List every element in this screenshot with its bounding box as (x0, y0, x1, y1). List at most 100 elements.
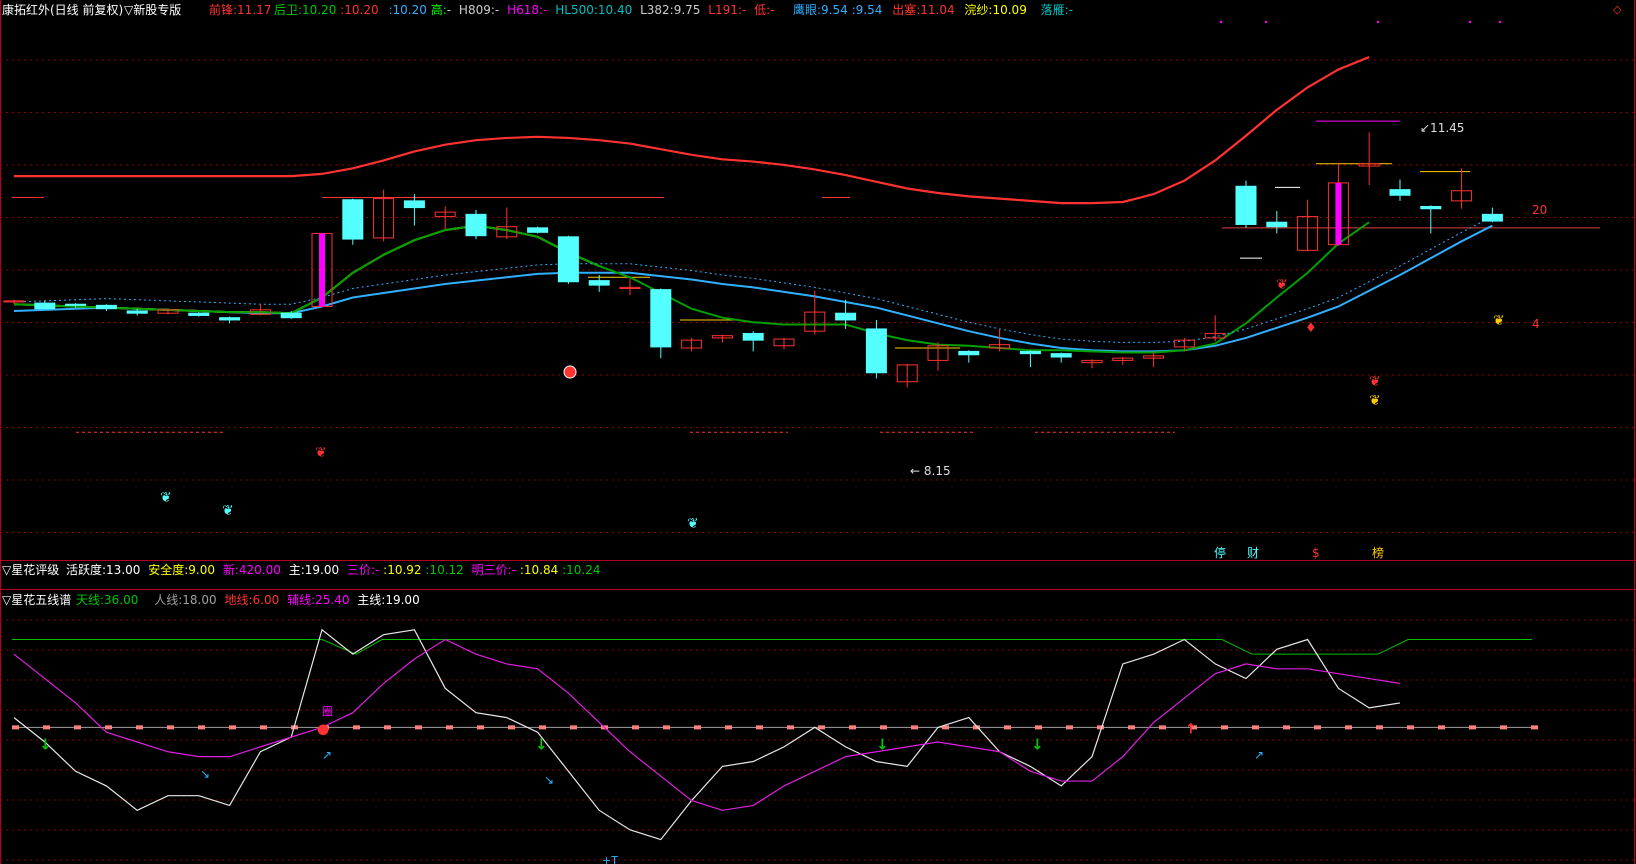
di-value: - (770, 3, 775, 17)
candle-body (219, 317, 241, 321)
dixian-marker (1221, 725, 1228, 730)
candle-body (95, 304, 117, 310)
dixian-marker (1066, 725, 1073, 730)
h618-label: H618: (507, 3, 544, 17)
dixian-marker (1500, 725, 1507, 730)
dixian-marker (1283, 725, 1290, 730)
limit-up-bar (319, 233, 325, 307)
dixian-marker (477, 725, 484, 730)
candle-body (65, 303, 87, 306)
renxian-label: 人线: (154, 593, 183, 607)
dixian-marker (849, 725, 856, 730)
dixian-marker (446, 725, 453, 730)
top-dot (1376, 20, 1380, 24)
zhu-label: 主: (288, 563, 305, 577)
dixian-marker (1097, 725, 1104, 730)
candle-body (557, 236, 579, 283)
five-line-bar: ▽星花五线谱 天线:36.00 人线:18.00 地线:6.00 辅线:25.4… (0, 590, 1636, 610)
dixian-marker (1314, 725, 1321, 730)
dixian-marker (136, 725, 143, 730)
yingyan-value: 9.54 (821, 3, 848, 17)
h618-value: - (543, 3, 548, 17)
small-up-arrow-icon: ↗ (322, 748, 332, 762)
ma-dotted-line (13, 216, 1493, 343)
dixian-marker (1252, 725, 1259, 730)
huansha-label: 浣纱: (964, 3, 993, 17)
star-rating-title[interactable]: ▽星花评级 (2, 560, 59, 580)
dixian-marker (1469, 725, 1476, 730)
low-price-label: ← 8.15 (910, 464, 951, 478)
houwei-label: 后卫: (274, 3, 303, 17)
dixian-marker (43, 725, 50, 730)
butterfly-icon: ❦ (315, 445, 327, 461)
yingyan-value-2: :9.54 (851, 3, 883, 17)
butterfly-icon: ❦ (1369, 393, 1381, 409)
dixian-marker (663, 725, 670, 730)
blue-line-value: :10.20 (388, 3, 427, 17)
dixian-value: 6.00 (252, 593, 280, 607)
diamond-icon[interactable]: ◇ (1613, 0, 1621, 20)
dixian-marker (353, 725, 360, 730)
candle-body (465, 213, 487, 237)
signal-ball-icon (563, 365, 577, 379)
down-arrow-icon: ↓ (39, 735, 52, 753)
top-dot (1468, 20, 1472, 24)
dixian-marker (260, 725, 267, 730)
dixian-marker (12, 725, 19, 730)
dixian-marker (415, 725, 422, 730)
zhuxian-label: 主线: (357, 593, 386, 607)
houwei-value: 10.20 (302, 3, 337, 17)
sanjia-value-3: :10.12 (425, 563, 464, 577)
dixian-marker (198, 725, 205, 730)
candle-body (742, 332, 764, 341)
dixian-marker (694, 725, 701, 730)
candle-body (958, 350, 980, 356)
stock-title[interactable]: 康拓红外(日线 前复权) (2, 0, 123, 20)
dixian-marker (1035, 725, 1042, 730)
dixian-marker (787, 725, 794, 730)
zhu-value: 19.00 (304, 563, 340, 577)
small-down-arrow-icon: ↘ (544, 773, 554, 787)
dixian-marker (880, 725, 887, 730)
di-label: 低: (754, 3, 771, 17)
chusai-label: 出塞: (892, 3, 921, 17)
butterfly-icon: ❦ (160, 490, 172, 506)
hl500-label: HL500: (555, 3, 598, 17)
candle-body (1235, 185, 1257, 225)
qianfeng-label: 前锋: (209, 3, 238, 17)
version-menu[interactable]: ▽新股专版 (124, 0, 181, 20)
candle-body (126, 310, 148, 314)
chusai-value: 11.04 (920, 3, 955, 17)
butterfly-icon: ❦ (222, 503, 234, 519)
mingsanjia-value-2: :10.84 (519, 563, 559, 577)
small-down-arrow-icon: ↘ (200, 767, 210, 781)
l382-value: 9.75 (673, 3, 701, 17)
dixian-marker (570, 725, 577, 730)
five-line-title[interactable]: ▽星花五线谱 (2, 590, 71, 610)
tianxian-value: 36.00 (104, 593, 139, 607)
candle-body (1481, 213, 1503, 222)
dixian-marker (632, 725, 639, 730)
houwei-value-2: :10.20 (340, 3, 379, 17)
dixian-marker (105, 725, 112, 730)
butterfly-icon: ❦ (1276, 277, 1288, 293)
up-arrow-icon: ● (317, 721, 329, 737)
bang-marker-icon: 榜 (1372, 545, 1384, 560)
dixian-marker (725, 725, 732, 730)
mingsanjia-value-1: - (511, 563, 517, 577)
mingsanjia-value-3: :10.24 (562, 563, 601, 577)
candle-body (527, 227, 549, 233)
small-up-arrow-icon: ↗ (1254, 748, 1264, 762)
dixian-label: 地线: (224, 593, 253, 607)
candle-body (403, 200, 425, 209)
yingyan-label: 鹰眼: (793, 3, 822, 17)
dixian-marker (508, 725, 515, 730)
quan-marker: 圈 (322, 705, 333, 718)
dixian-marker (1531, 725, 1538, 730)
qianfeng-value: 11.17 (237, 3, 272, 17)
h809-label: H809: (458, 3, 495, 17)
kline-chart[interactable]: ↙11.45 ← 8.15 20 4 ❦ ❦ ❦ ❦ ❦ ❦ ❦ ❦ ♦ 停 财 $ 榜 ↓ ↓ ↓ ↓ ↑ ● ↘ ↘ ↗ ↗ 圈 +… (0, 0, 1636, 864)
ting-marker-icon: 停 (1214, 545, 1226, 560)
fuxian-value: 25.40 (315, 593, 350, 607)
top-dot (1498, 20, 1502, 24)
